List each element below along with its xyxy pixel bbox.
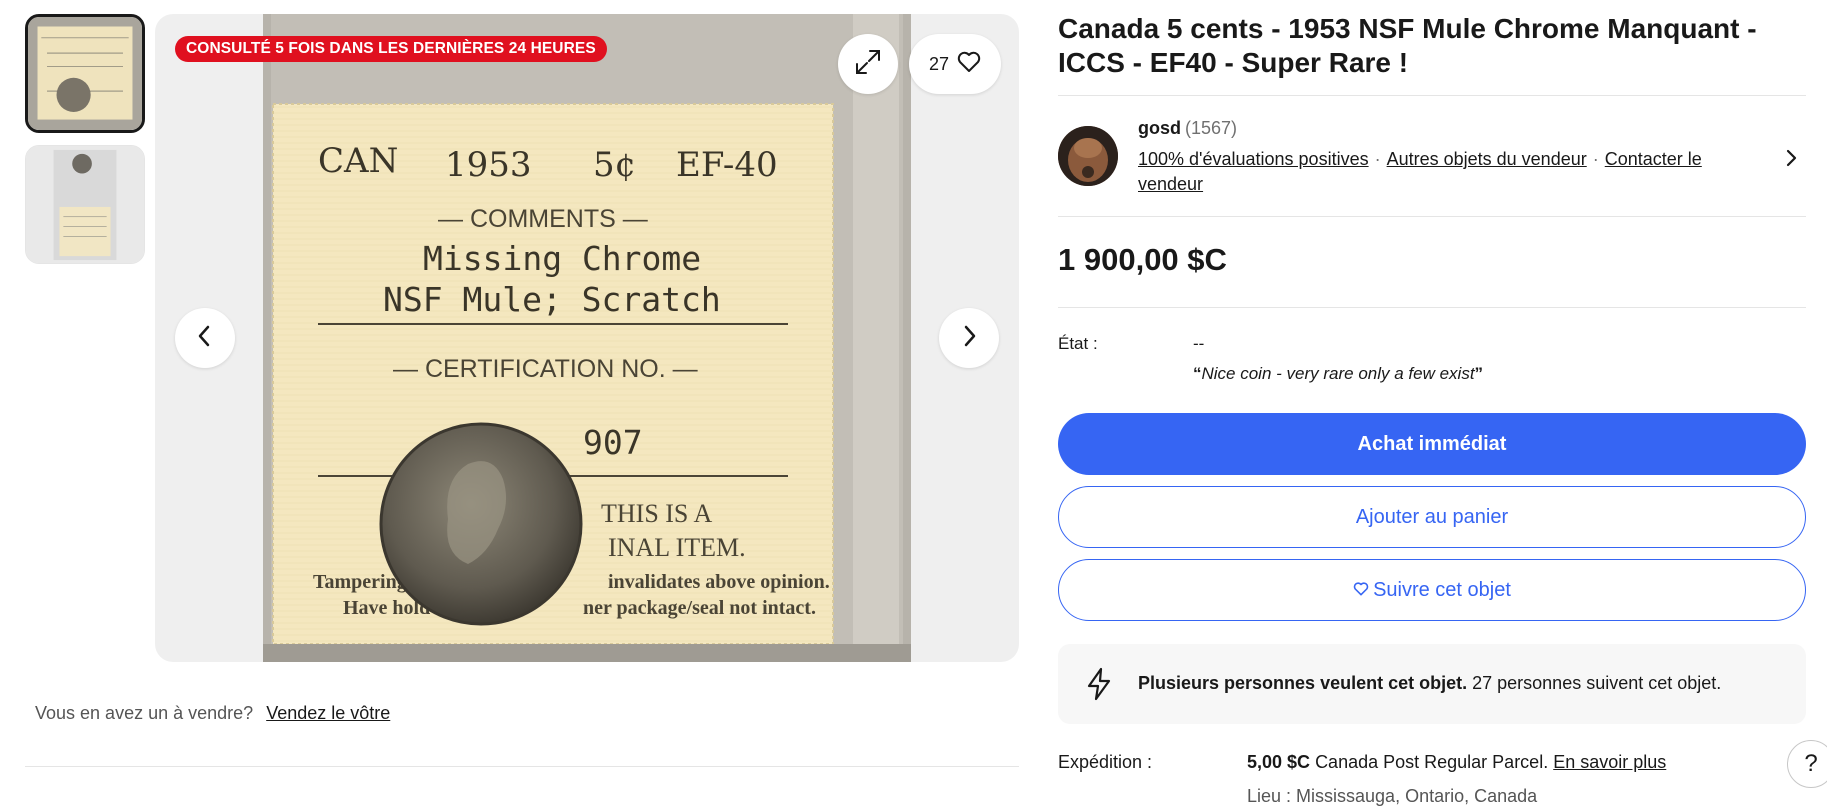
demand-text: Plusieurs personnes veulent cet objet. 2… bbox=[1138, 673, 1721, 694]
expand-icon bbox=[853, 47, 883, 82]
shipping-cost: 5,00 $C bbox=[1247, 752, 1311, 772]
demand-notice: Plusieurs personnes veulent cet objet. 2… bbox=[1058, 644, 1806, 724]
shipping-more-link[interactable]: En savoir plus bbox=[1553, 752, 1666, 772]
svg-text:Missing Chrome: Missing Chrome bbox=[423, 239, 701, 278]
svg-text:NSF Mule; Scratch: NSF Mule; Scratch bbox=[383, 280, 721, 319]
condition-label: État : bbox=[1058, 334, 1098, 353]
lightning-icon bbox=[1082, 666, 1116, 707]
svg-text:5¢: 5¢ bbox=[593, 145, 636, 185]
help-button[interactable]: ? bbox=[1787, 740, 1827, 788]
seller-feedback-count: (1567) bbox=[1185, 118, 1238, 138]
svg-text:invalidates above opinion.: invalidates above opinion. bbox=[608, 571, 830, 593]
positive-feedback-link[interactable]: 100% d'évaluations positives bbox=[1138, 149, 1369, 169]
condition-note-text: Nice coin - very rare only a few exist bbox=[1201, 364, 1475, 383]
watch-count: 27 bbox=[928, 53, 950, 74]
svg-text:EF-40: EF-40 bbox=[676, 145, 778, 185]
separator-dot: · bbox=[1374, 149, 1381, 169]
divider bbox=[1058, 95, 1806, 96]
sell-question: Vous en avez un à vendre? bbox=[35, 703, 254, 723]
seller-links: 100% d'évaluations positives · Autres obje… bbox=[1138, 147, 1728, 197]
item-price: 1 900,00 $C bbox=[1058, 242, 1227, 277]
thumbnail-2-image bbox=[26, 146, 144, 263]
views-badge: CONSULTÉ 5 FOIS DANS LES DERNIÈRES 24 HE… bbox=[175, 36, 607, 62]
watch-count-button[interactable]: 27 bbox=[909, 34, 1001, 94]
svg-text:INAL ITEM.: INAL ITEM. bbox=[608, 533, 746, 562]
previous-image-button[interactable] bbox=[175, 308, 235, 368]
shipping-service: Canada Post Regular Parcel. bbox=[1315, 752, 1549, 772]
sell-yours-link[interactable]: Vendez le vôtre bbox=[266, 703, 390, 723]
thumbnail-1[interactable] bbox=[25, 14, 145, 133]
seller-name-row[interactable]: gosd (1567) bbox=[1138, 118, 1237, 139]
seller-avatar[interactable] bbox=[1058, 126, 1118, 186]
svg-text:CAN: CAN bbox=[318, 141, 398, 181]
divider bbox=[25, 766, 1019, 767]
expand-button[interactable] bbox=[838, 34, 898, 94]
chevron-left-icon bbox=[195, 324, 215, 353]
svg-text:— COMMENTS —: — COMMENTS — bbox=[438, 205, 648, 233]
image-gallery: CAN 1953 5¢ EF-40 — COMMENTS — Missing C… bbox=[155, 14, 1019, 662]
shipping-label: Expédition : bbox=[1058, 752, 1153, 772]
sell-prompt: Vous en avez un à vendre? Vendez le vôtr… bbox=[35, 703, 390, 724]
condition-value: -- bbox=[1193, 334, 1205, 353]
separator-dot: · bbox=[1592, 149, 1599, 169]
other-items-link[interactable]: Autres objets du vendeur bbox=[1387, 149, 1587, 169]
item-title: Canada 5 cents - 1953 NSF Mule Chrome Ma… bbox=[1058, 13, 1757, 78]
next-image-button[interactable] bbox=[939, 308, 999, 368]
svg-text:— CERTIFICATION NO. —: — CERTIFICATION NO. — bbox=[393, 355, 698, 383]
demand-watchers: 27 personnes suivent cet objet. bbox=[1472, 673, 1722, 693]
divider bbox=[1058, 216, 1806, 217]
chevron-right-icon bbox=[959, 324, 979, 353]
svg-text:1953: 1953 bbox=[445, 145, 532, 185]
buy-now-button[interactable]: Achat immédiat bbox=[1058, 413, 1806, 475]
thumbnail-1-image bbox=[28, 17, 142, 130]
coin-holder-photo: CAN 1953 5¢ EF-40 — COMMENTS — Missing C… bbox=[263, 14, 911, 662]
svg-text:THIS IS A: THIS IS A bbox=[601, 499, 712, 528]
heart-icon bbox=[1353, 579, 1369, 602]
item-location: Lieu : Mississauga, Ontario, Canada bbox=[1247, 786, 1538, 806]
watch-item-label: Suivre cet objet bbox=[1373, 578, 1511, 601]
add-to-cart-button[interactable]: Ajouter au panier bbox=[1058, 486, 1806, 548]
demand-bold: Plusieurs personnes veulent cet objet. bbox=[1138, 673, 1468, 693]
condition-note: “Nice coin - very rare only a few exist” bbox=[1193, 364, 1484, 383]
watch-item-button[interactable]: Suivre cet objet bbox=[1058, 559, 1806, 621]
thumbnail-2[interactable] bbox=[25, 145, 145, 264]
main-photo: CAN 1953 5¢ EF-40 — COMMENTS — Missing C… bbox=[263, 14, 911, 662]
svg-text:ner package/seal not intact.: ner package/seal not intact. bbox=[583, 597, 816, 619]
seller-name[interactable]: gosd bbox=[1138, 118, 1181, 138]
divider bbox=[1058, 307, 1806, 308]
svg-text:Tampering: Tampering bbox=[313, 571, 407, 593]
seller-chevron-icon[interactable] bbox=[1783, 146, 1799, 175]
shipping-value: 5,00 $C Canada Post Regular Parcel. En s… bbox=[1247, 752, 1666, 773]
heart-icon bbox=[957, 51, 981, 78]
svg-text:907: 907 bbox=[583, 423, 643, 462]
